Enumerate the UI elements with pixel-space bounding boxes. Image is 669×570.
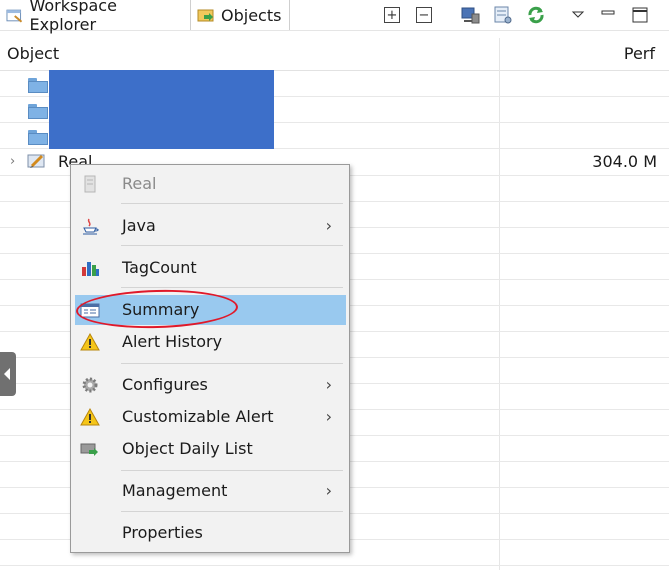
submenu-arrow-icon: › <box>325 481 332 500</box>
menu-separator <box>121 245 343 246</box>
submenu-arrow-icon: › <box>325 216 332 235</box>
view-menu-icon[interactable] <box>568 5 588 25</box>
maximize-icon[interactable] <box>630 5 650 25</box>
table-header: Object Perf <box>0 38 669 71</box>
tab-objects[interactable]: Objects <box>190 0 290 30</box>
menu-item-label: Real <box>122 174 157 193</box>
monitor-icon[interactable] <box>460 5 480 25</box>
menu-item-configures[interactable]: Configures › <box>75 370 346 400</box>
gear-icon <box>82 377 98 393</box>
object-icon <box>27 154 45 168</box>
submenu-arrow-icon: › <box>325 407 332 426</box>
menu-item-label: TagCount <box>122 258 197 277</box>
collapse-all-icon[interactable]: − <box>416 7 432 23</box>
tab-workspace-explorer[interactable]: Workspace Explorer <box>0 0 190 34</box>
menu-item-label: Management <box>122 481 228 500</box>
filter-icon[interactable] <box>493 5 513 25</box>
menu-item-properties[interactable]: Properties <box>75 518 346 548</box>
menu-item-tagcount[interactable]: TagCount <box>75 253 346 283</box>
menu-item-java[interactable]: Java › <box>75 211 346 241</box>
menu-item-alert-history[interactable]: Alert History <box>75 327 346 357</box>
menu-item-customizable-alert[interactable]: Customizable Alert › <box>75 402 346 432</box>
column-header-object[interactable]: Object <box>7 44 59 63</box>
warning-icon <box>80 408 100 426</box>
folder-icon[interactable] <box>28 78 48 93</box>
document-icon <box>84 175 96 193</box>
menu-item-label: Configures <box>122 375 208 394</box>
daily-list-icon <box>80 443 98 456</box>
menu-item-label: Object Daily List <box>122 439 253 458</box>
menu-separator <box>121 203 343 204</box>
folder-icon[interactable] <box>28 130 48 145</box>
menu-separator <box>121 363 343 364</box>
menu-separator <box>121 511 343 512</box>
view-tab-bar: Workspace Explorer Objects + − <box>0 0 669 34</box>
menu-item-object-daily-list[interactable]: Object Daily List <box>75 434 346 464</box>
warning-icon <box>80 333 100 351</box>
workspace-explorer-icon <box>6 9 23 23</box>
redacted-area <box>49 70 274 149</box>
menu-item-label: Customizable Alert <box>122 407 274 426</box>
submenu-arrow-icon: › <box>325 375 332 394</box>
menu-item-label: Properties <box>122 523 203 542</box>
column-header-perf[interactable]: Perf <box>624 44 655 63</box>
collapse-panel-handle[interactable] <box>0 352 16 396</box>
minimize-icon[interactable] <box>598 5 618 25</box>
menu-item-label: Alert History <box>122 332 223 351</box>
summary-icon <box>80 303 100 318</box>
perf-value: 304.0 M <box>592 152 657 171</box>
bar-chart-icon <box>82 262 99 276</box>
expand-arrow-icon[interactable]: › <box>10 154 15 169</box>
java-icon <box>83 218 99 235</box>
context-menu: Real Java › TagCount Summary Alert Histo… <box>70 164 350 553</box>
objects-folder-icon <box>197 9 214 22</box>
menu-item-real: Real <box>75 169 346 199</box>
menu-separator <box>121 287 343 288</box>
menu-item-label: Summary <box>122 300 200 319</box>
menu-separator <box>121 470 343 471</box>
menu-item-label: Java <box>122 216 156 235</box>
refresh-icon[interactable] <box>526 5 546 25</box>
column-divider <box>499 38 500 570</box>
tab-label: Objects <box>221 5 282 25</box>
folder-icon[interactable] <box>28 104 48 119</box>
menu-item-summary[interactable]: Summary <box>75 295 346 325</box>
expand-all-icon[interactable]: + <box>384 7 400 23</box>
row-divider <box>0 565 669 566</box>
menu-item-management[interactable]: Management › <box>75 476 346 506</box>
tab-label: Workspace Explorer <box>29 0 117 34</box>
